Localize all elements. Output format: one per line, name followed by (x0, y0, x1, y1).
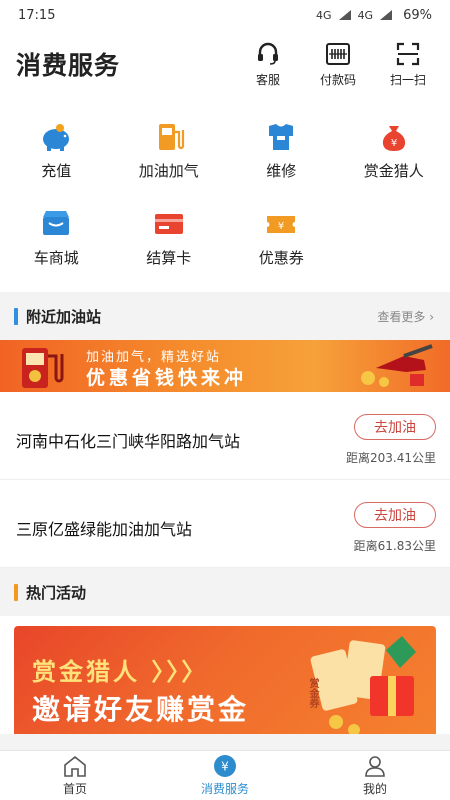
store-icon (43, 211, 70, 235)
service-bounty-hunter-label: 赏金猎人 (363, 162, 424, 180)
service-car-mall-label: 车商城 (33, 249, 79, 267)
payment-code-button[interactable]: 付款码 (312, 41, 364, 88)
service-settlement-card-label: 结算卡 (146, 249, 192, 267)
fuel-pump-icon (158, 124, 184, 150)
banner-headline: 邀请好友赚赏金 (32, 693, 250, 726)
banner-headline: 优惠省钱快来冲 (86, 367, 248, 389)
bottom-tab-bar: 首页 ¥ 消费服务 我的 (0, 750, 450, 800)
barcode-icon (326, 42, 350, 65)
network-label-b: 4G (357, 8, 374, 22)
go-refuel-button[interactable]: 去加油 (354, 502, 436, 528)
tab-consumer-services[interactable]: ¥ 消费服务 (150, 751, 300, 800)
nearby-section-title: 附近加油站 (14, 306, 101, 327)
station-list: 河南中石化三门峡华阳路加气站 去加油 距离203.41公里 三原亿盛绿能加油加气… (0, 392, 450, 568)
service-refuel[interactable]: 加油加气 (113, 112, 226, 189)
coupon-icon: ¥ (267, 216, 296, 233)
tab-consumer-services-label: 消费服务 (200, 782, 249, 796)
svg-text:¥: ¥ (221, 760, 229, 774)
svg-text:¥: ¥ (391, 138, 397, 149)
view-more-link[interactable]: 查看更多 › (377, 308, 434, 325)
station-distance: 距离203.41公里 (346, 451, 436, 465)
page-header: 消费服务 客服 付款码 扫一扫 (0, 30, 450, 98)
service-car-mall[interactable]: 车商城 (0, 199, 113, 276)
payment-code-label: 付款码 (319, 72, 356, 87)
service-settlement-card[interactable]: 结算卡 (113, 199, 226, 276)
station-item[interactable]: 三原亿盛绿能加油加气站 去加油 距离61.83公里 (0, 480, 450, 568)
nearby-section-header: 附近加油站 查看更多 › (0, 292, 450, 340)
tab-profile-label: 我的 (362, 782, 387, 796)
status-time: 17:15 (18, 7, 56, 23)
piggy-bank-icon (43, 124, 70, 151)
home-icon (64, 755, 86, 777)
service-bounty-hunter[interactable]: ¥ 赏金猎人 (338, 112, 450, 189)
service-repair-label: 维修 (266, 162, 297, 180)
scan-label: 扫一扫 (389, 72, 426, 87)
signal-icon-2 (379, 9, 393, 21)
status-indicators: 4G 4G 69% (316, 8, 432, 23)
money-bag-icon: ¥ (382, 126, 405, 151)
station-item[interactable]: 河南中石化三门峡华阳路加气站 去加油 距离203.41公里 (0, 392, 450, 480)
signal-icon (338, 9, 352, 21)
service-refuel-label: 加油加气 (138, 162, 199, 180)
page-title: 消费服务 (16, 51, 121, 80)
activity-container: 赏金猎人 〉〉〉 邀请好友赚赏金 赏金券 (0, 616, 450, 734)
service-recharge-label: 充值 (41, 162, 72, 180)
refuel-promo-banner[interactable]: 加油加气，精选好站 优惠省钱快来冲 (0, 340, 450, 392)
banner-title: 赏金猎人 〉〉〉 (32, 658, 209, 686)
status-bar: 17:15 4G 4G 69% (0, 0, 450, 30)
svg-text:¥: ¥ (278, 221, 284, 232)
tab-profile[interactable]: 我的 (300, 751, 450, 800)
battery-percent: 69% (403, 7, 432, 23)
fuel-pump-icon (22, 348, 64, 388)
hot-section-header: 热门活动 (0, 568, 450, 616)
customer-service-button[interactable]: 客服 (242, 41, 294, 88)
service-coupon-label: 优惠券 (258, 249, 304, 267)
user-icon (365, 756, 385, 777)
bounty-hunter-banner[interactable]: 赏金猎人 〉〉〉 邀请好友赚赏金 赏金券 (14, 626, 436, 734)
station-name: 三原亿盛绿能加油加气站 (16, 520, 193, 539)
go-refuel-button[interactable]: 去加油 (354, 414, 436, 440)
yuan-circle-icon: ¥ (214, 755, 236, 777)
header-actions: 客服 付款码 扫一扫 (242, 41, 434, 88)
hot-section-title: 热门活动 (14, 582, 86, 603)
scan-icon (396, 42, 420, 65)
customer-service-label: 客服 (255, 72, 280, 87)
headset-icon (258, 42, 278, 65)
station-distance: 距离61.83公里 (353, 539, 436, 553)
service-recharge[interactable]: 充值 (0, 112, 113, 189)
station-name: 河南中石化三门峡华阳路加气站 (16, 432, 241, 451)
services-grid: 充值 加油加气 维修 ¥ 赏金猎人 车商城 结算卡 ¥ 优惠券 (0, 98, 450, 292)
network-label-a: 4G (316, 8, 332, 22)
fuel-nozzle-icon (361, 344, 433, 387)
service-repair[interactable]: 维修 (225, 112, 338, 189)
gift-coupon-icon (310, 636, 416, 734)
scan-button[interactable]: 扫一扫 (382, 41, 434, 88)
coupon-label: 赏金券 (307, 678, 318, 708)
tab-home-label: 首页 (62, 782, 87, 796)
service-coupon[interactable]: ¥ 优惠券 (225, 199, 338, 276)
card-icon (154, 214, 183, 234)
tab-home[interactable]: 首页 (0, 751, 150, 800)
shirt-repair-icon (269, 124, 294, 150)
